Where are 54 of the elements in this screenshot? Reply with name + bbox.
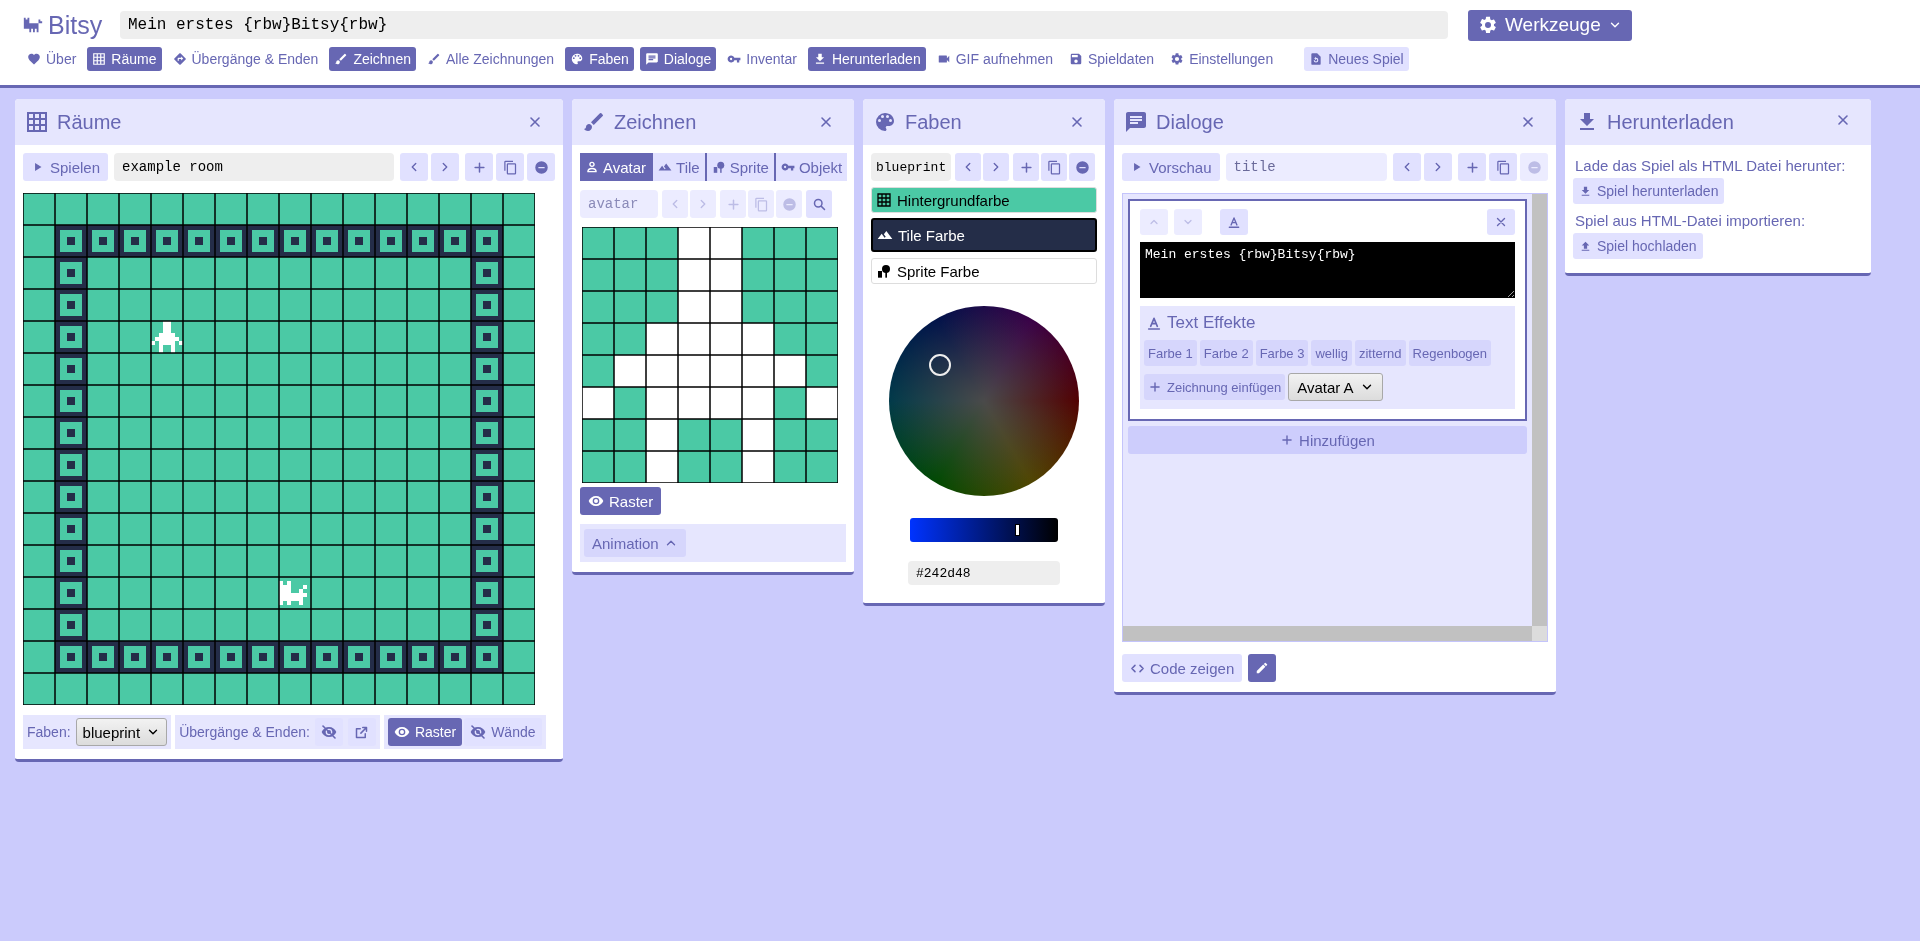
new-game-button[interactable]: Neues Spiel [1304, 47, 1409, 71]
preview-button[interactable]: Vorschau [1122, 153, 1220, 181]
add-block-button[interactable]: Hinzufügen [1128, 426, 1527, 454]
play-button[interactable]: Spielen [23, 153, 109, 181]
nav-tab[interactable]: Faben [565, 47, 634, 71]
nav-tab[interactable]: Räume [87, 47, 162, 71]
palette-select[interactable]: blueprint [75, 718, 168, 746]
effect-button[interactable]: zitternd [1354, 340, 1406, 366]
palette-label: Faben: [27, 724, 71, 740]
effect-button[interactable]: wellig [1311, 340, 1352, 366]
app-logo: Bitsy [48, 10, 103, 40]
palette-name-field[interactable]: blueprint [871, 153, 951, 181]
nav-tab[interactable]: Inventar [722, 47, 802, 71]
nav-tab[interactable]: Herunterladen [807, 47, 926, 71]
show-code-button[interactable]: Code zeigen [1122, 654, 1243, 682]
nav-tab[interactable]: Zeichnen [329, 47, 416, 71]
nav-tab[interactable]: Einstellungen [1165, 47, 1279, 71]
download-game-button[interactable]: Spiel herunterladen [1573, 178, 1725, 204]
animation-button[interactable]: Animation [584, 529, 686, 557]
import-description: Spiel aus HTML-Datei importieren: [1575, 212, 1807, 229]
nav-tab[interactable]: Über [22, 47, 82, 71]
exits-label: Übergänge & Enden: [179, 724, 310, 740]
toggle-button[interactable]: Raster [387, 718, 463, 746]
effect-button[interactable]: Farbe 1 [1144, 340, 1197, 366]
download-description: Lade das Spiel als HTML Datei herunter: [1575, 157, 1847, 174]
upload-game-button[interactable]: Spiel hochladen [1573, 233, 1703, 259]
room-name-field[interactable]: example room [114, 153, 394, 181]
effect-button[interactable]: Farbe 2 [1199, 340, 1253, 366]
nav-tab[interactable]: GIF aufnehmen [931, 47, 1058, 71]
panel-title: Räume [57, 110, 123, 134]
color-slot-button[interactable]: Tile Farbe [871, 218, 1097, 252]
dialog-name-field[interactable]: title [1225, 153, 1387, 181]
color-slot-button[interactable]: Sprite Farbe [871, 258, 1097, 284]
nav-tab[interactable]: Alle Zeichnungen [421, 47, 560, 71]
toggle-button[interactable]: Wände [464, 718, 542, 746]
nav-tab[interactable]: Spieldaten [1063, 47, 1160, 71]
effects-title: Text Effekte [1167, 313, 1256, 333]
effect-button[interactable]: Farbe 3 [1255, 340, 1309, 366]
panel-title: Dialoge [1156, 110, 1225, 134]
tools-menu-button[interactable]: Werkzeuge [1468, 9, 1632, 41]
game-title-field[interactable]: Mein erstes {rbw}Bitsy{rbw} [120, 11, 1448, 39]
nav-tab[interactable]: Dialoge [639, 47, 717, 71]
effect-button[interactable]: Regenbogen [1408, 340, 1492, 366]
panel-title: Faben [905, 110, 963, 134]
grid-toggle-button[interactable]: Raster [580, 487, 662, 515]
dialog-text-field[interactable]: Mein erstes {rbw}Bitsy{rbw} [1140, 242, 1515, 298]
nav-tab[interactable]: Übergänge & Enden [167, 47, 324, 71]
panel-title: Zeichnen [614, 110, 698, 134]
insert-drawing-button[interactable]: Zeichnung einfügen [1144, 374, 1286, 400]
hex-color-field[interactable]: #242d48 [908, 561, 1060, 585]
color-slot-button[interactable]: Hintergrundfarbe [871, 187, 1097, 213]
panel-title: Herunterladen [1607, 110, 1735, 134]
drawing-tab[interactable]: Avatar [580, 153, 654, 181]
drawing-select[interactable]: Avatar A [1288, 373, 1383, 401]
